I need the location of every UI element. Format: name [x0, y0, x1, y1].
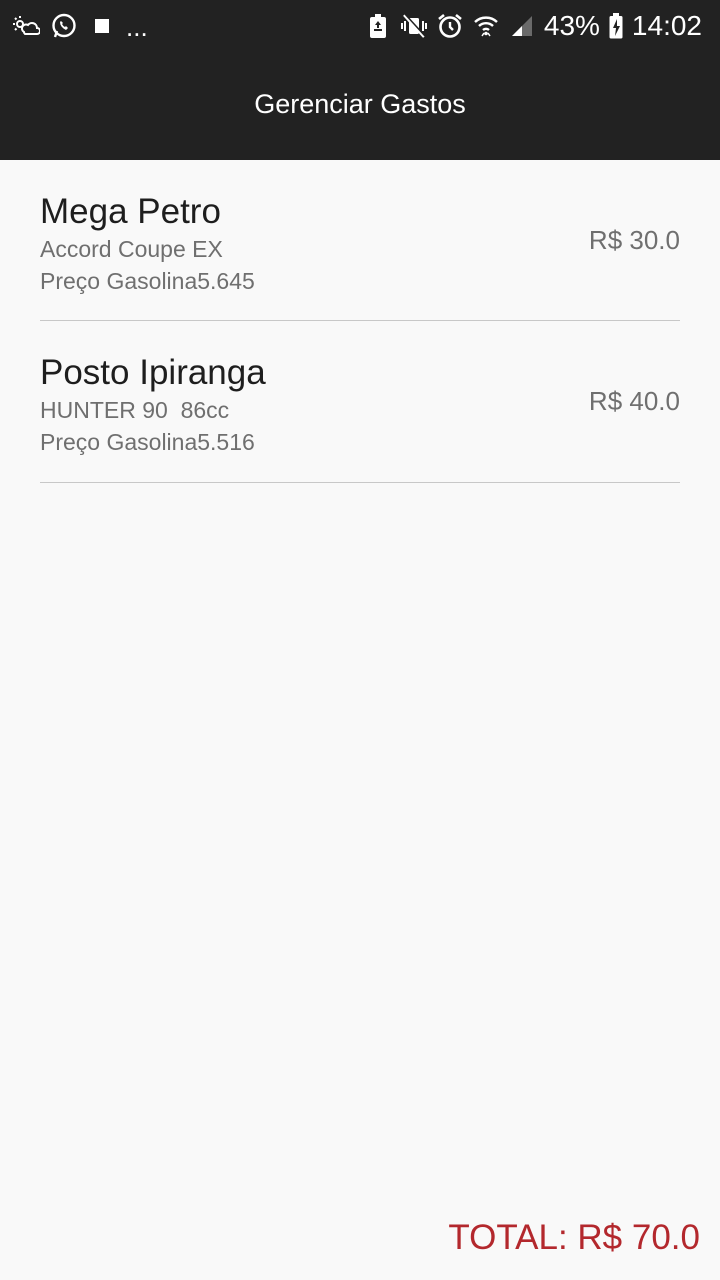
- whatsapp-icon: [50, 12, 78, 40]
- battery-percentage: 43%: [543, 10, 600, 41]
- signal-icon: [508, 12, 536, 40]
- vibrate-mute-icon: [400, 12, 428, 40]
- expense-item[interactable]: Posto Ipiranga HUNTER 90 86cc Preço Gaso…: [40, 321, 680, 483]
- station-name: Posto Ipiranga: [40, 353, 266, 392]
- page-title: Gerenciar Gastos: [254, 89, 466, 119]
- weather-icon: [12, 12, 40, 40]
- status-bar: ... 43% 14:02: [0, 0, 720, 52]
- expense-amount: R$ 30.0: [588, 225, 680, 255]
- vehicle-name: Accord Coupe EX: [40, 236, 223, 262]
- expense-list: Mega Petro Accord Coupe EX Preço Gasolin…: [40, 160, 680, 483]
- expense-amount: R$ 40.0: [588, 386, 680, 416]
- alarm-icon: [436, 12, 464, 40]
- status-bar-system: 43% 14:02: [364, 8, 702, 44]
- app-bar: Gerenciar Gastos: [0, 52, 720, 160]
- battery-charging-icon: [608, 12, 624, 40]
- clock: 14:02: [631, 10, 702, 41]
- wifi-icon: [472, 12, 500, 40]
- vehicle-name: HUNTER 90 86cc: [40, 397, 230, 423]
- stop-square-icon: [88, 12, 116, 40]
- station-name: Mega Petro: [40, 192, 221, 231]
- total-amount: TOTAL: R$ 70.0: [448, 1218, 700, 1257]
- fuel-price: Preço Gasolina5.516: [40, 429, 255, 455]
- battery-saver-icon: [364, 12, 392, 40]
- more-notifications-indicator: ...: [126, 12, 148, 42]
- status-bar-notifications: ...: [12, 10, 148, 42]
- fuel-price: Preço Gasolina5.645: [40, 268, 255, 294]
- expense-item[interactable]: Mega Petro Accord Coupe EX Preço Gasolin…: [40, 160, 680, 321]
